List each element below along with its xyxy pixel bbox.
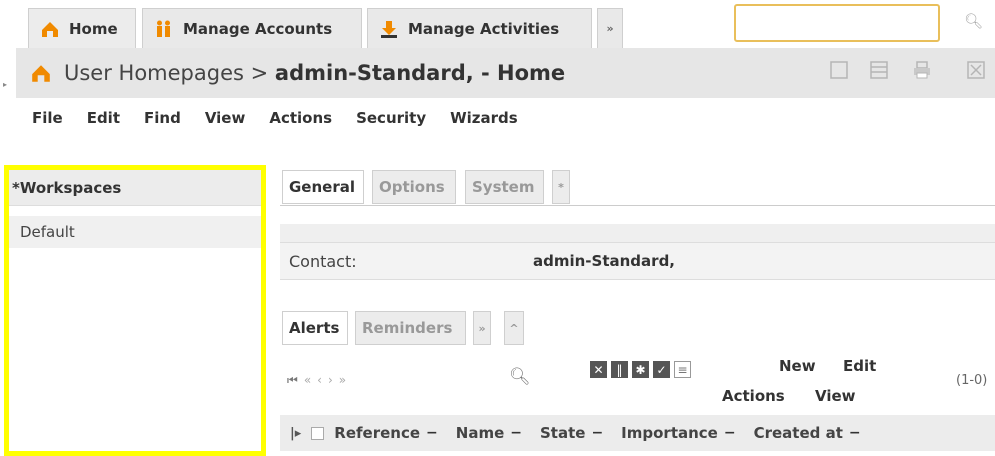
sort-importance-icon[interactable]: − bbox=[724, 425, 736, 441]
table-header-row: |▸ Reference − Name − State − Importance − C… bbox=[280, 415, 995, 451]
new-button[interactable]: New bbox=[779, 357, 816, 375]
columns-icon[interactable]: ‖ bbox=[611, 361, 628, 378]
tabs-more-button[interactable]: » bbox=[597, 8, 623, 48]
tab-manage-activities-label: Manage Activities bbox=[408, 19, 560, 38]
checkmark-icon[interactable]: ✓ bbox=[653, 361, 670, 378]
tab-reminders[interactable]: Reminders bbox=[355, 311, 466, 345]
search-input[interactable] bbox=[734, 4, 940, 42]
split-pane-icon[interactable] bbox=[868, 59, 890, 81]
menu-actions[interactable]: Actions bbox=[269, 109, 332, 127]
close-icon[interactable] bbox=[965, 59, 987, 81]
tab-manage-accounts-label: Manage Accounts bbox=[183, 19, 333, 38]
menu-bar: File Edit Find View Actions Security Wiz… bbox=[0, 104, 542, 132]
title-record: admin-Standard, - Home bbox=[274, 61, 566, 85]
contact-value[interactable]: admin-Standard, bbox=[533, 252, 675, 270]
menu-view[interactable]: View bbox=[205, 109, 246, 127]
menu-file[interactable]: File bbox=[32, 109, 63, 127]
sort-state-icon[interactable]: − bbox=[591, 425, 603, 441]
expand-rows-icon[interactable]: |▸ bbox=[290, 426, 301, 441]
list-toolbar: ⏮︎«‹›» 🔍︎ ✕ ‖ ✱ ✓ ≡ New Edit Actions Vie… bbox=[280, 345, 995, 413]
first-page-icon[interactable]: ⏮︎ bbox=[287, 373, 304, 387]
title-bar: User Homepages > admin-Standard, - Home bbox=[16, 48, 995, 98]
workspaces-panel: *Workspaces Default bbox=[4, 165, 266, 456]
column-reference[interactable]: Reference bbox=[334, 424, 420, 442]
prev-fast-icon[interactable]: « bbox=[304, 373, 317, 387]
form-spacer-row bbox=[280, 224, 995, 242]
column-importance[interactable]: Importance bbox=[621, 424, 718, 442]
top-tab-strip: Home Manage Accounts Manage Activities »… bbox=[0, 0, 995, 50]
workspace-item-default[interactable]: Default bbox=[9, 216, 261, 248]
search-icon[interactable]: 🔍︎ bbox=[964, 12, 983, 30]
select-all-checkbox[interactable] bbox=[311, 426, 325, 440]
tab-home-label: Home bbox=[69, 19, 118, 38]
print-icon[interactable] bbox=[911, 59, 933, 81]
column-name[interactable]: Name bbox=[456, 424, 504, 442]
tab-options[interactable]: Options bbox=[372, 170, 456, 204]
contact-label: Contact: bbox=[289, 251, 357, 271]
column-state[interactable]: State bbox=[540, 424, 585, 442]
column-created-at[interactable]: Created at bbox=[754, 424, 843, 442]
download-icon bbox=[378, 18, 400, 40]
pager: ⏮︎«‹›» bbox=[287, 373, 352, 388]
collapse-handle-icon[interactable]: ▸ bbox=[3, 80, 7, 89]
page-title: User Homepages > admin-Standard, - Home bbox=[64, 61, 565, 85]
home-icon bbox=[30, 61, 54, 85]
list-search-icon[interactable]: 🔍︎ bbox=[509, 367, 531, 387]
toolbar-icon-group: ✕ ‖ ✱ ✓ ≡ bbox=[590, 361, 691, 378]
users-icon bbox=[153, 18, 175, 40]
sort-name-icon[interactable]: − bbox=[510, 425, 522, 441]
star-icon[interactable]: ✱ bbox=[632, 361, 649, 378]
home-icon bbox=[39, 18, 61, 40]
next-page-icon[interactable]: › bbox=[328, 373, 339, 387]
tab-divider bbox=[280, 205, 995, 206]
next-fast-icon[interactable]: » bbox=[339, 373, 352, 387]
view-button[interactable]: View bbox=[815, 387, 856, 405]
workspaces-header: *Workspaces bbox=[9, 170, 261, 206]
tab-general[interactable]: General bbox=[282, 170, 364, 204]
tab-system[interactable]: System bbox=[465, 170, 544, 204]
title-prefix: User Homepages > bbox=[64, 61, 269, 85]
contact-row: Contact: admin-Standard, bbox=[280, 242, 995, 280]
prev-page-icon[interactable]: ‹ bbox=[317, 373, 328, 387]
remove-icon[interactable]: ✕ bbox=[590, 361, 607, 378]
single-pane-icon[interactable] bbox=[828, 59, 850, 81]
actions-button[interactable]: Actions bbox=[722, 387, 785, 405]
sort-created-at-icon[interactable]: − bbox=[849, 425, 861, 441]
menu-edit[interactable]: Edit bbox=[87, 109, 120, 127]
lower-tabs-more-button[interactable]: » bbox=[473, 311, 491, 345]
menu-wizards[interactable]: Wizards bbox=[450, 109, 518, 127]
tab-home[interactable]: Home bbox=[28, 8, 136, 48]
tab-alerts[interactable]: Alerts bbox=[282, 311, 348, 345]
collapse-up-button[interactable]: ^ bbox=[504, 311, 524, 345]
menu-security[interactable]: Security bbox=[356, 109, 426, 127]
tabs-more-label: » bbox=[606, 22, 614, 35]
list-icon[interactable]: ≡ bbox=[674, 361, 691, 378]
edit-button[interactable]: Edit bbox=[843, 357, 876, 375]
record-count: (1-0) bbox=[956, 373, 988, 388]
tab-manage-activities[interactable]: Manage Activities bbox=[367, 8, 592, 48]
tab-manage-accounts[interactable]: Manage Accounts bbox=[142, 8, 362, 48]
sort-reference-icon[interactable]: − bbox=[426, 425, 438, 441]
menu-find[interactable]: Find bbox=[144, 109, 181, 127]
tab-more-star[interactable]: * bbox=[552, 170, 570, 204]
